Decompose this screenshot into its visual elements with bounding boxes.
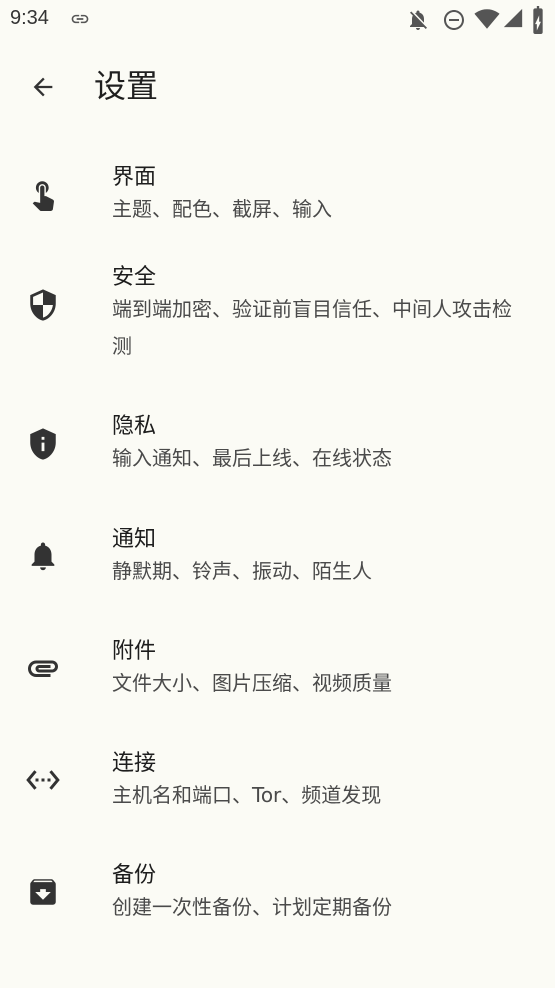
settings-item-summary: 主题、配色、截屏、输入 (112, 197, 332, 221)
settings-item-security[interactable]: 安全 端到端加密、验证前盲目信任、中间人攻击检测 (0, 251, 555, 400)
link-icon (71, 14, 89, 24)
battery-charging-icon (533, 6, 543, 34)
settings-item-text: 安全 端到端加密、验证前盲目信任、中间人攻击检测 (112, 263, 529, 365)
settings-item-icon-wrap (21, 172, 65, 216)
settings-item-title: 附件 (112, 639, 157, 664)
touch-app-icon (32, 181, 54, 211)
settings-item-text: 界面 主题、配色、截屏、输入 (112, 163, 529, 228)
settings-item-icon-wrap (21, 283, 65, 327)
shield-icon (30, 289, 56, 321)
status-bar: 9:34 (0, 0, 555, 40)
do-not-disturb-icon (444, 10, 464, 30)
attachment-icon (28, 660, 58, 677)
settings-item-summary: 输入通知、最后上线、在线状态 (112, 446, 392, 470)
settings-item-text: 附件 文件大小、图片压缩、视频质量 (112, 637, 529, 702)
settings-item-notifications[interactable]: 通知 静默期、铃声、振动、陌生人 (0, 513, 555, 625)
settings-item-backup[interactable]: 备份 创建一次性备份、计划定期备份 (0, 849, 555, 961)
settings-item-summary: 端到端加密、验证前盲目信任、中间人攻击检测 (112, 297, 512, 358)
page-title: 设置 (94, 67, 159, 105)
bell-icon (31, 542, 55, 571)
settings-item-connections[interactable]: 连接 主机名和端口、Tor、频道发现 (0, 737, 555, 849)
archive-icon (30, 879, 56, 905)
arrow-back-icon (33, 77, 53, 97)
settings-item-icon-wrap (21, 534, 65, 578)
settings-item-icon-wrap (21, 422, 65, 466)
settings-item-title: 备份 (112, 863, 157, 888)
settings-item-icon-wrap (21, 646, 65, 690)
settings-item-text: 通知 静默期、铃声、振动、陌生人 (112, 525, 529, 590)
settings-item-summary: 文件大小、图片压缩、视频质量 (112, 671, 392, 695)
settings-item-attachments[interactable]: 附件 文件大小、图片压缩、视频质量 (0, 625, 555, 737)
settings-item-title: 隐私 (112, 414, 157, 439)
settings-item-title: 连接 (112, 751, 157, 776)
settings-item-text: 连接 主机名和端口、Tor、频道发现 (112, 749, 529, 814)
settings-item-text: 备份 创建一次性备份、计划定期备份 (112, 861, 529, 926)
privacy-info-icon (30, 428, 56, 460)
settings-ethernet-icon (26, 770, 60, 790)
settings-item-title: 界面 (112, 165, 157, 190)
notifications-off-icon (410, 10, 427, 30)
settings-list: 界面 主题、配色、截屏、输入 安全 端到端加密、验证前盲目信任、中间人攻击检测 … (0, 138, 555, 961)
status-time: 9:34 (10, 7, 49, 29)
back-button[interactable] (19, 63, 67, 111)
settings-item-icon-wrap (21, 758, 65, 802)
settings-item-icon-wrap (21, 870, 65, 914)
settings-item-summary: 创建一次性备份、计划定期备份 (112, 895, 392, 919)
cell-signal-icon (503, 8, 523, 28)
settings-item-interface[interactable]: 界面 主题、配色、截屏、输入 (0, 138, 555, 251)
settings-item-summary: 主机名和端口、Tor、频道发现 (112, 783, 382, 807)
settings-item-text: 隐私 输入通知、最后上线、在线状态 (112, 412, 529, 477)
settings-item-privacy[interactable]: 隐私 输入通知、最后上线、在线状态 (0, 400, 555, 513)
settings-item-title: 通知 (112, 527, 157, 552)
settings-item-title: 安全 (112, 265, 157, 290)
wifi-icon (474, 9, 500, 29)
settings-item-summary: 静默期、铃声、振动、陌生人 (112, 559, 372, 583)
app-bar: 设置 (0, 52, 555, 124)
